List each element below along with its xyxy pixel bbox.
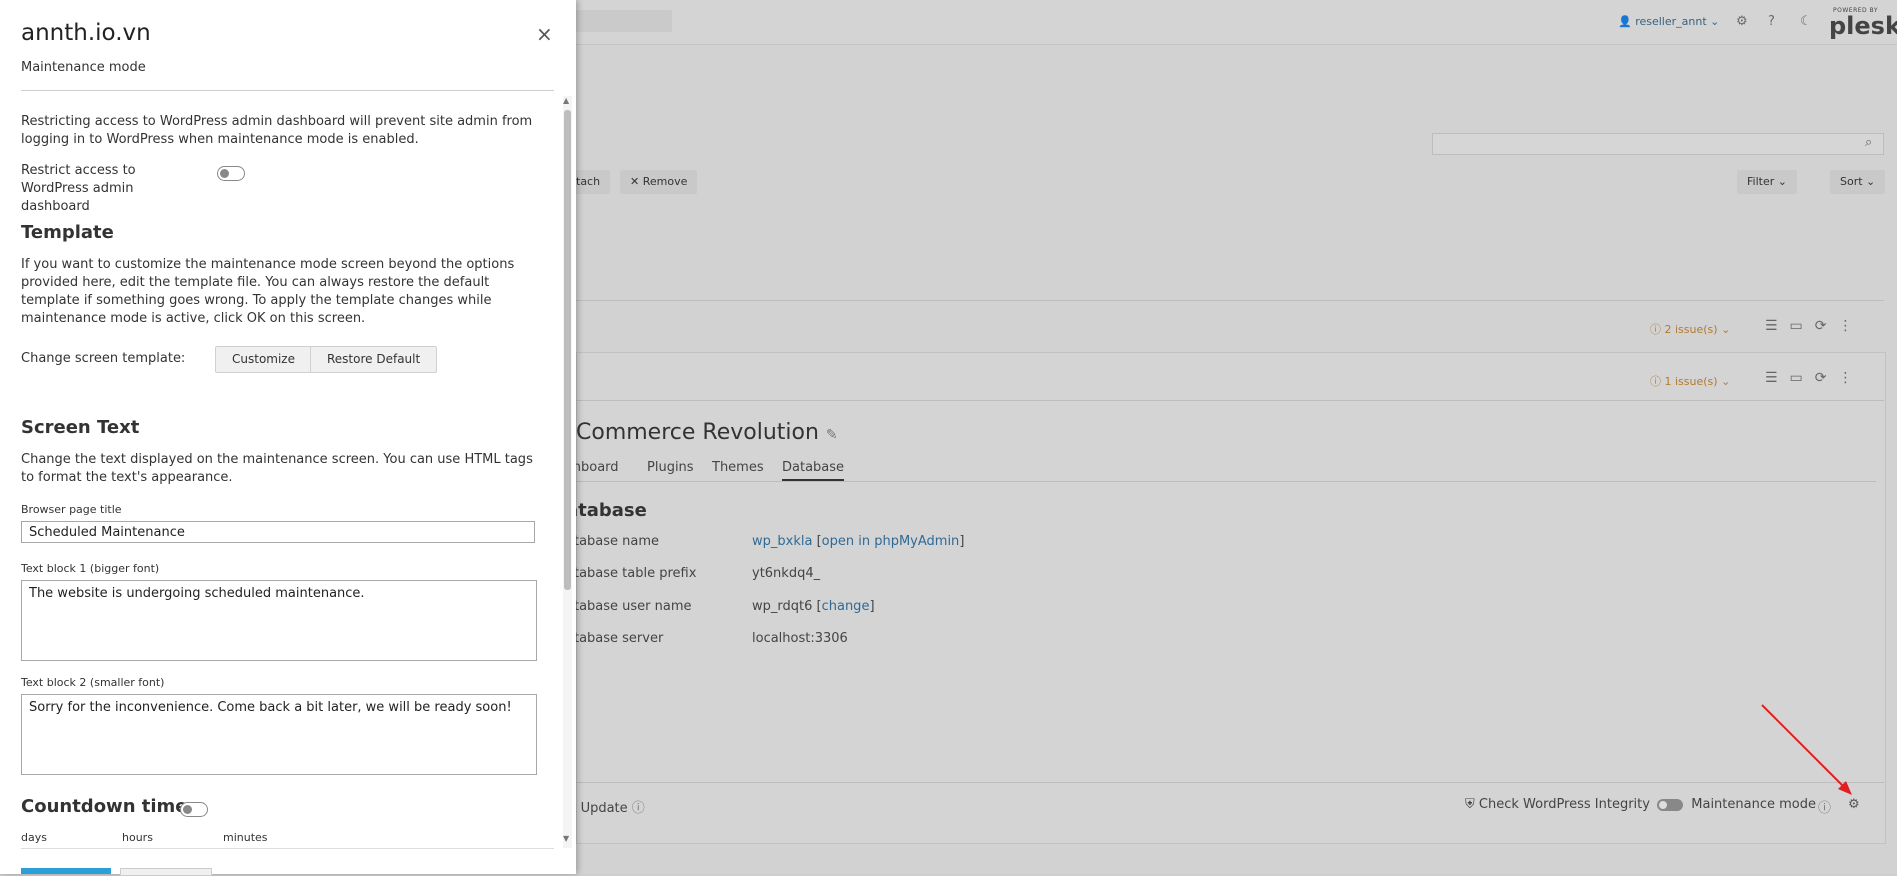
theme-moon-icon[interactable]: ☾	[1800, 14, 1812, 29]
db-server-value: localhost:3306	[752, 631, 848, 646]
db-name-label: atabase name	[566, 534, 660, 549]
text-block2-label: Text block 2 (smaller font)	[21, 676, 165, 689]
tab-plugins[interactable]: Plugins	[647, 460, 694, 475]
text-block1-label: Text block 1 (bigger font)	[21, 562, 160, 575]
db-user-label: atabase user name	[566, 599, 692, 614]
maintenance-toggle-switch[interactable]	[1657, 798, 1683, 811]
user-menu[interactable]: 👤 reseller_annt ⌄	[1618, 15, 1719, 28]
hours-label: hours	[122, 831, 153, 844]
smart-update-help-icon[interactable]: ⓘ	[632, 801, 645, 816]
maintenance-mode-text: Maintenance mode	[1691, 797, 1816, 812]
issues-badge-2[interactable]: ⓘ 1 issue(s) ⌄	[1650, 373, 1730, 389]
extensions-icon[interactable]: ⚙	[1736, 14, 1748, 29]
red-arrow-annotation	[1761, 704, 1852, 795]
site-actions-icons-2[interactable]: ☰▭⟳⋮	[1765, 370, 1865, 386]
check-integrity-link[interactable]: ⛨ Check WordPress Integrity	[1465, 797, 1650, 812]
db-name-value: wp_bxkla [open in phpMyAdmin]	[752, 534, 965, 549]
template-heading: Template	[21, 222, 114, 243]
database-heading: atabase	[566, 500, 647, 521]
db-prefix-label: atabase table prefix	[566, 566, 697, 581]
footer-divider	[21, 848, 554, 849]
browser-title-input[interactable]: Scheduled Maintenance	[21, 521, 535, 543]
ok-button[interactable]	[21, 868, 111, 874]
logo-plesk: plesk	[1829, 12, 1897, 40]
bottom-divider	[576, 782, 1884, 783]
restrict-access-toggle[interactable]	[217, 166, 245, 181]
close-icon[interactable]: ×	[536, 22, 553, 46]
screen-text-heading: Screen Text	[21, 417, 140, 438]
edit-pencil-icon[interactable]: ✎	[826, 427, 838, 443]
countdown-heading: Countdown timer	[21, 796, 197, 817]
maintenance-settings-icon[interactable]: ⚙	[1848, 797, 1860, 812]
scroll-down-arrow-icon[interactable]: ▼	[563, 834, 569, 843]
maintenance-mode-toggle[interactable]: Maintenance mode	[1657, 797, 1816, 812]
restrict-access-label: Restrict access to WordPress admin dashb…	[21, 163, 136, 214]
change-user-link[interactable]: change	[822, 599, 870, 614]
check-integrity-text: Check WordPress Integrity	[1478, 797, 1650, 812]
site-title: Commerce Revolution ✎	[576, 420, 838, 445]
panel-subtitle: Maintenance mode	[21, 60, 146, 75]
site-actions-icons-1[interactable]: ☰▭⟳⋮	[1765, 318, 1865, 334]
panel-scroll-area[interactable]: Restricting access to WordPress admin da…	[0, 96, 558, 848]
maintenance-panel: annth.io.vn × Maintenance mode Restricti…	[0, 0, 576, 876]
domains-search-input[interactable]	[1432, 133, 1884, 155]
panel-title: annth.io.vn	[21, 20, 151, 46]
restore-default-button[interactable]: Restore Default	[310, 346, 438, 373]
minutes-label: minutes	[223, 831, 268, 844]
issues-badge-1[interactable]: ⓘ 2 issue(s) ⌄	[1650, 321, 1730, 337]
site-title-text: Commerce Revolution	[576, 420, 819, 445]
customize-button[interactable]: Customize	[215, 346, 312, 373]
db-prefix-value: yt6nkdq4_	[752, 566, 821, 581]
template-description: If you want to customize the maintenance…	[21, 257, 515, 326]
smart-update-label: rt Update ⓘ	[566, 797, 645, 816]
intro-text: Restricting access to WordPress admin da…	[21, 114, 533, 147]
card-header-divider	[576, 400, 1884, 401]
user-name: reseller_annt ⌄	[1635, 15, 1720, 28]
issues-count-2: 1 issue(s) ⌄	[1664, 375, 1731, 388]
db-server-label: atabase server	[566, 631, 664, 646]
panel-scrollbar[interactable]: ▲ ▼	[563, 96, 572, 848]
scrollbar-thumb[interactable]	[564, 110, 571, 590]
text-block1-textarea[interactable]: The website is undergoing scheduled main…	[21, 580, 537, 661]
maintenance-help-icon[interactable]: ⓘ	[1818, 797, 1831, 816]
filter-button[interactable]: Filter ⌄	[1737, 170, 1797, 194]
sort-button[interactable]: Sort ⌄	[1830, 170, 1886, 194]
browser-title-label: Browser page title	[21, 503, 122, 516]
countdown-toggle[interactable]	[180, 802, 208, 817]
panel-divider	[21, 90, 554, 91]
days-label: days	[21, 831, 47, 844]
cancel-button[interactable]	[120, 868, 212, 876]
tab-database[interactable]: Database	[782, 460, 845, 481]
tab-themes[interactable]: Themes	[712, 460, 764, 475]
db-name-link[interactable]: wp_bxkla	[752, 534, 812, 549]
db-user-value: wp_rdqt6 [change]	[752, 599, 875, 614]
remove-button[interactable]: ✕ Remove	[620, 170, 698, 194]
shield-icon: ⛨	[1465, 797, 1475, 812]
screen-text-description: Change the text displayed on the mainten…	[21, 452, 533, 485]
open-phpmyadmin-link[interactable]: open in phpMyAdmin	[822, 534, 960, 549]
text-block2-textarea[interactable]: Sorry for the inconvenience. Come back a…	[21, 694, 537, 775]
issues-count-1: 2 issue(s) ⌄	[1664, 323, 1731, 336]
divider	[576, 300, 1884, 301]
db-user-text: wp_rdqt6	[752, 599, 813, 614]
tabs-divider	[576, 481, 1876, 482]
scroll-up-arrow-icon[interactable]: ▲	[563, 96, 569, 105]
search-icon[interactable]: ⌕	[1865, 135, 1872, 150]
top-search-box[interactable]	[574, 10, 672, 32]
help-icon[interactable]: ?	[1768, 14, 1775, 29]
